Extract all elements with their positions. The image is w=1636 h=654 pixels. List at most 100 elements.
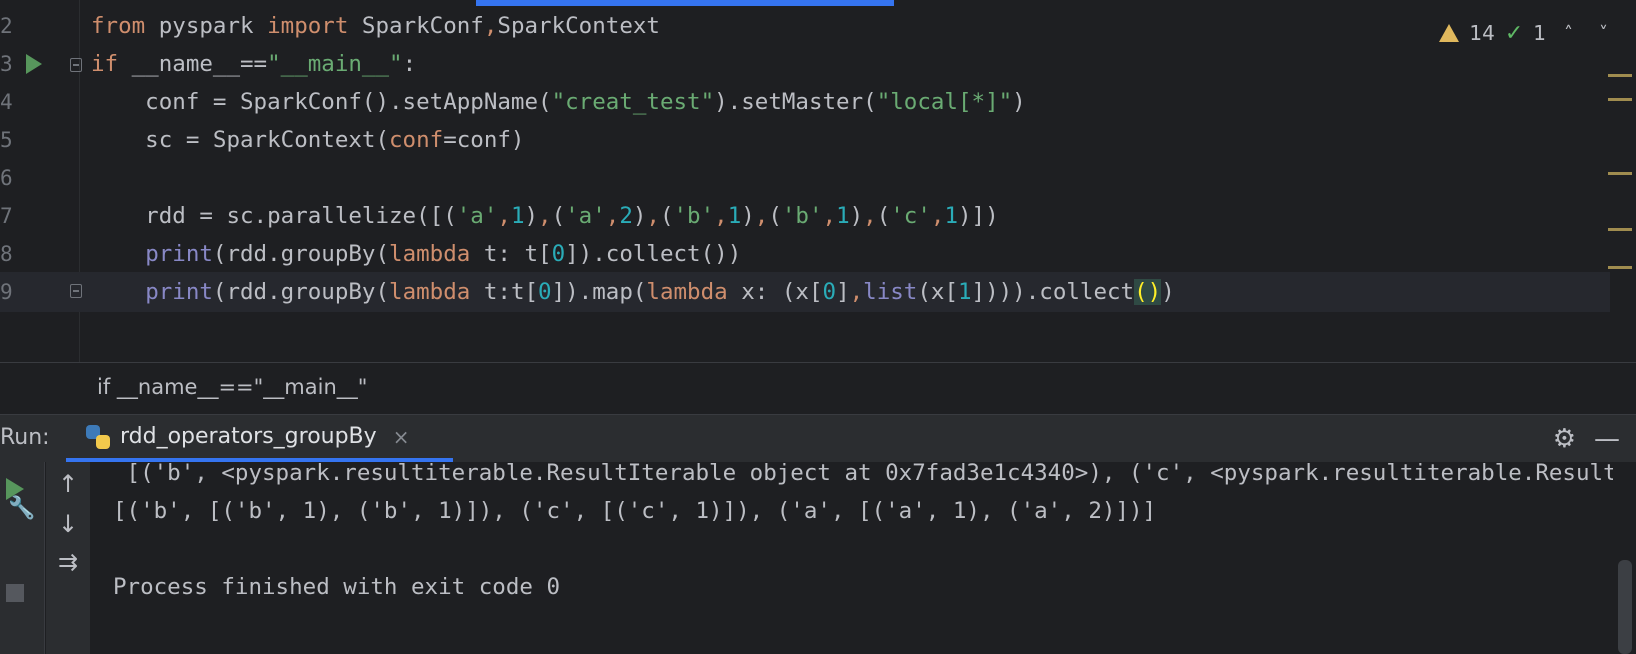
error-stripe-mark[interactable] [1608, 74, 1632, 77]
error-stripe-mark[interactable] [1608, 172, 1632, 175]
run-console-panel: 🔧 ↑ ↓ ⇉ [('b', <pyspark.resultiterable.R… [0, 462, 1636, 654]
code-token: ( [876, 203, 891, 229]
code-token: (x[ [917, 279, 958, 305]
line-number: 7 [0, 204, 13, 228]
code-token: 0 [538, 279, 552, 305]
code-token: , [497, 203, 511, 229]
breadcrumb[interactable]: if __name__=="__main__" [97, 375, 367, 399]
code-token: 1 [958, 279, 972, 305]
run-gutter-icon[interactable] [26, 54, 42, 74]
fold-end-icon[interactable] [70, 284, 82, 298]
code-text: print(rdd.groupBy(lambda t:t[0]).map(lam… [91, 272, 1175, 312]
inspection-widget[interactable]: 14 ✓ 1 ˄ ˅ [1439, 18, 1616, 48]
code-line[interactable]: 8 print(rdd.groupBy(lambda t: t[0]).coll… [0, 234, 1610, 274]
code-token: t: t[ [470, 241, 552, 267]
code-token: SparkContext [497, 13, 660, 39]
code-token: 0 [822, 279, 837, 305]
line-number: 3 [0, 52, 13, 76]
code-token: sc = SparkContext( [91, 127, 390, 153]
weak-warning-count: 1 [1533, 21, 1546, 45]
code-token: ).setMaster( [714, 89, 877, 115]
code-token: 'b' [673, 203, 715, 229]
code-token: 1 [944, 203, 958, 229]
line-number: 5 [0, 128, 13, 152]
code-token: )]) [957, 203, 999, 229]
code-token: "__main__" [267, 51, 403, 77]
code-token: pyspark [145, 13, 268, 39]
code-token: ) [1012, 89, 1026, 115]
line-number: 4 [0, 90, 13, 114]
code-editor[interactable]: 2 from pyspark import SparkConf,SparkCont… [0, 0, 1636, 362]
run-toolbar: 🔧 [0, 462, 45, 654]
error-stripe-mark[interactable] [1608, 228, 1632, 231]
down-arrow-icon[interactable]: ↓ [46, 510, 90, 538]
gear-icon[interactable]: ⚙ [1553, 424, 1576, 454]
code-token: ( [768, 203, 782, 229]
stop-icon[interactable] [6, 584, 24, 602]
code-text: print(rdd.groupBy(lambda t: t[0]).collec… [91, 234, 741, 274]
code-token: , [483, 13, 498, 39]
code-token: () [1134, 279, 1162, 305]
code-token: ] [836, 279, 850, 305]
code-token: , [849, 279, 864, 305]
console-line: [('b', [('b', 1), ('b', 1)]), ('c', [('c… [113, 498, 1157, 524]
warning-count: 14 [1469, 21, 1495, 45]
code-line[interactable]: 5 sc = SparkContext(conf=conf) [0, 120, 1610, 160]
run-tab[interactable]: rdd_operators_groupBy × [66, 415, 453, 462]
code-token: "creat_test" [551, 89, 715, 115]
warning-icon [1439, 24, 1460, 42]
line-number: 6 [0, 166, 13, 190]
up-arrow-icon[interactable]: ↑ [46, 470, 90, 498]
console-toolbar: ↑ ↓ ⇉ [46, 462, 90, 654]
code-line[interactable]: 2 from pyspark import SparkConf,SparkCont… [0, 6, 1610, 46]
code-line[interactable]: 4 conf = SparkConf().setAppName("creat_t… [0, 82, 1610, 122]
code-line[interactable]: 7 rdd = sc.parallelize([('a',1),('a',2),… [0, 196, 1610, 236]
code-token: if [91, 51, 119, 77]
minimize-icon[interactable]: — [1594, 424, 1620, 454]
code-token: x: (x[ [727, 279, 823, 305]
soft-wrap-icon[interactable]: ⇉ [46, 548, 90, 576]
code-line[interactable]: 6 [0, 158, 1610, 198]
code-token: 'b' [781, 203, 823, 229]
console-line: [('b', <pyspark.resultiterable.ResultIte… [126, 462, 1613, 486]
code-token: from [91, 13, 146, 39]
error-stripe-mark[interactable] [1608, 98, 1632, 101]
code-line[interactable]: 3 if __name__=="__main__": [0, 44, 1610, 84]
close-icon[interactable]: × [393, 425, 410, 449]
code-token: t:t[ [470, 279, 539, 305]
console-scrollbar[interactable] [1618, 560, 1632, 654]
code-text: sc = SparkContext(conf=conf) [91, 120, 524, 160]
code-token: == [240, 51, 268, 77]
code-line[interactable]: 9 print(rdd.groupBy(lambda t:t[0]).map(l… [0, 272, 1610, 312]
code-token: "local[*]" [876, 89, 1013, 115]
run-tab-title: rdd_operators_groupBy [120, 424, 377, 449]
code-token: __name__ [118, 51, 241, 77]
code-token: , [930, 203, 945, 229]
code-token: ( [551, 203, 566, 229]
wrench-icon[interactable]: 🔧 [0, 496, 44, 521]
code-token: , [538, 203, 552, 229]
code-token: 1 [836, 203, 850, 229]
fold-icon[interactable] [70, 58, 82, 72]
code-token: ) [741, 203, 755, 229]
console-line: Process finished with exit code 0 [113, 574, 561, 600]
error-stripe[interactable] [1606, 0, 1632, 362]
code-token: lambda [389, 279, 471, 305]
error-stripe-mark[interactable] [1608, 266, 1632, 269]
chevron-up-icon[interactable]: ˄ [1556, 23, 1581, 44]
code-token: ]).collect()) [565, 241, 742, 267]
code-token: ]).map( [551, 279, 647, 305]
code-token: ) [632, 203, 647, 229]
code-text: conf = SparkConf().setAppName("creat_tes… [91, 82, 1026, 122]
code-token: import [267, 13, 349, 39]
code-text: rdd = sc.parallelize([('a',1),('a',2),('… [91, 196, 999, 236]
code-text: if __name__=="__main__": [91, 44, 416, 84]
code-token: print [145, 279, 213, 305]
breadcrumb-bar: if __name__=="__main__" [0, 362, 1636, 415]
console-output[interactable]: [('b', <pyspark.resultiterable.ResultIte… [113, 462, 1613, 654]
code-token: : [402, 51, 417, 77]
code-token: ( [659, 203, 674, 229]
code-token: =conf) [443, 127, 525, 153]
code-token: (rdd.groupBy( [212, 241, 390, 267]
